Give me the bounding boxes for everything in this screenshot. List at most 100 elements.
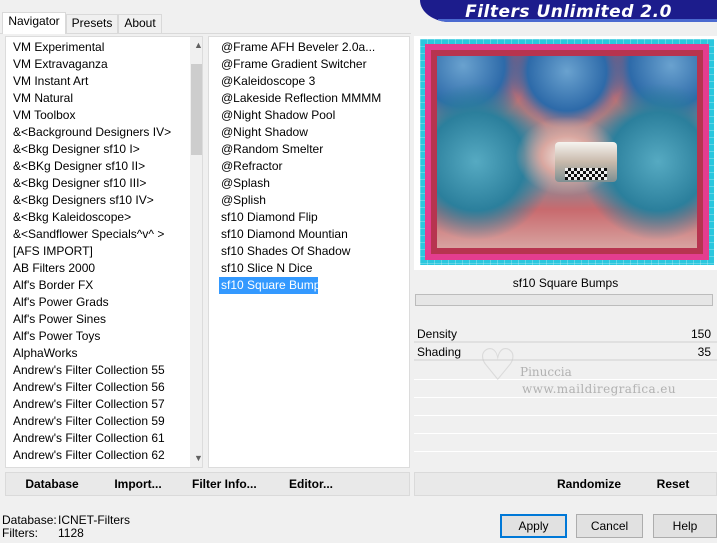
preview-image (420, 39, 714, 265)
category-item[interactable]: VM Instant Art (6, 73, 186, 90)
parameter-panel: Density 150 Shading 35 (414, 325, 717, 469)
filter-list[interactable]: @Frame AFH Beveler 2.0a... @Frame Gradien… (208, 36, 410, 468)
filter-item-label: @Splash (221, 176, 270, 190)
category-scrollbar[interactable]: ▲ ▼ (190, 37, 202, 467)
filter-item[interactable]: sf10 Slice N Dice (209, 260, 409, 277)
category-item[interactable]: &<Bkg Designers sf10 IV> (6, 192, 186, 209)
filter-item[interactable]: @Splash (209, 175, 409, 192)
status-filters-value: 1128 (58, 526, 84, 540)
category-item[interactable]: &<Bkg Designer sf10 III> (6, 175, 186, 192)
filter-item[interactable]: @Splish (209, 192, 409, 209)
param-value: 35 (697, 345, 711, 359)
app-title: Filters Unlimited 2.0 (465, 2, 672, 22)
category-item[interactable]: VM Extravaganza (6, 56, 186, 73)
category-item[interactable]: &<Background Designers IV> (6, 124, 186, 141)
tab-navigator[interactable]: Navigator (2, 12, 66, 34)
category-item[interactable]: Andrew's Filter Collection 57 (6, 396, 186, 413)
tab-presets[interactable]: Presets (66, 14, 118, 33)
category-item[interactable]: Andrew's Filter Collection 56 (6, 379, 186, 396)
apply-button[interactable]: Apply (500, 514, 567, 538)
category-item[interactable]: [AFS IMPORT] (6, 243, 186, 260)
status-filters-label: Filters: (2, 526, 38, 540)
filter-item-label: @Kaleidoscope 3 (221, 74, 316, 88)
filter-item[interactable]: @Night Shadow (209, 124, 409, 141)
category-item[interactable]: Andrew's Filter Collection 62 (6, 447, 186, 464)
status-database-label: Database: (2, 513, 57, 527)
filter-item[interactable]: sf10 Shades Of Shadow (209, 243, 409, 260)
cancel-button[interactable]: Cancel (576, 514, 643, 538)
category-item[interactable]: Alf's Power Sines (6, 311, 186, 328)
category-item[interactable]: AlphaWorks (6, 345, 186, 362)
filter-item-label: @Frame AFH Beveler 2.0a... (221, 40, 376, 54)
filter-item-label: sf10 Square Bumps (219, 277, 327, 294)
param-label: Density (417, 327, 458, 341)
category-item[interactable]: VM Natural (6, 90, 186, 107)
preview-frame (414, 36, 717, 270)
param-row-density[interactable]: Density 150 (414, 325, 717, 343)
category-item[interactable]: VM Toolbox (6, 107, 186, 124)
filter-item[interactable]: sf10 Diamond Flip (209, 209, 409, 226)
import-button[interactable]: Import... (113, 473, 163, 495)
category-item[interactable]: &<Bkg Designer sf10 I> (6, 141, 186, 158)
filter-item[interactable]: @Frame AFH Beveler 2.0a... (209, 39, 409, 56)
param-row-empty (414, 397, 717, 398)
filter-item-label: sf10 Diamond Mountian (221, 227, 348, 241)
status-filters: Filters: 1128 (2, 526, 84, 540)
selected-filter-name: sf10 Square Bumps (512, 276, 619, 290)
scroll-up-arrow-icon[interactable]: ▲ (190, 37, 202, 54)
database-button[interactable]: Database (23, 473, 81, 495)
filter-items: @Frame AFH Beveler 2.0a... @Frame Gradien… (209, 39, 409, 294)
param-value: 150 (690, 327, 711, 341)
category-item[interactable]: AB Filters 2000 (6, 260, 186, 277)
filter-item-label: @Night Shadow Pool (221, 108, 336, 122)
param-row-empty (414, 415, 717, 416)
scroll-thumb[interactable] (191, 64, 202, 155)
filter-item[interactable]: @Kaleidoscope 3 (209, 73, 409, 90)
filter-item[interactable]: @Frame Gradient Switcher (209, 56, 409, 73)
scroll-down-arrow-icon[interactable]: ▼ (190, 450, 202, 467)
preview-checkerboard (565, 168, 607, 180)
randomize-button[interactable]: Randomize (556, 473, 622, 495)
category-item[interactable]: &<BKg Designer sf10 II> (6, 158, 186, 175)
category-list[interactable]: VM Experimental VM Extravaganza VM Instant… (5, 36, 203, 468)
status-database-value: ICNET-Filters (58, 513, 130, 527)
category-item[interactable]: &<Bkg Kaleidoscope> (6, 209, 186, 226)
category-item[interactable]: Alf's Power Grads (6, 294, 186, 311)
category-item[interactable]: Alf's Border FX (6, 277, 186, 294)
editor-button[interactable]: Editor... (289, 473, 333, 495)
help-button[interactable]: Help (653, 514, 717, 538)
reset-button[interactable]: Reset (654, 473, 692, 495)
category-item[interactable]: VM Experimental (6, 39, 186, 56)
filter-item-label: @Splish (221, 193, 266, 207)
filter-item-label: sf10 Diamond Flip (221, 210, 318, 224)
category-item[interactable]: Andrew's Filter Collection 59 (6, 413, 186, 430)
title-banner: Filters Unlimited 2.0 (420, 0, 717, 22)
filter-item[interactable]: @Refractor (209, 158, 409, 175)
filter-item[interactable]: @Random Smelter (209, 141, 409, 158)
category-items: VM Experimental VM Extravaganza VM Instant… (6, 39, 186, 467)
right-button-bar: Randomize Reset (414, 472, 717, 496)
tab-about[interactable]: About (118, 14, 162, 33)
filter-item[interactable]: sf10 Diamond Mountian (209, 226, 409, 243)
category-item[interactable]: Andrew's Filter Collection 55 (6, 362, 186, 379)
param-row-shading[interactable]: Shading 35 (414, 343, 717, 361)
left-button-bar: Database Import... Filter Info... Editor… (5, 472, 410, 496)
param-row-empty (414, 379, 717, 380)
filter-item[interactable]: @Night Shadow Pool (209, 107, 409, 124)
filter-item-label: @Random Smelter (221, 142, 324, 156)
filter-item-label: @Frame Gradient Switcher (221, 57, 367, 71)
category-item[interactable]: Alf's Power Toys (6, 328, 186, 345)
param-slider-shading[interactable] (414, 359, 717, 361)
param-row-empty (414, 433, 717, 434)
filter-item-label: @Lakeside Reflection MMMM (221, 91, 382, 105)
param-row-empty (414, 451, 717, 452)
filter-item-label: sf10 Slice N Dice (221, 261, 313, 275)
category-item[interactable]: Andrew's Filter 10 (6, 464, 186, 467)
category-item[interactable]: Andrew's Filter Collection 61 (6, 430, 186, 447)
filter-item-label: sf10 Shades Of Shadow (221, 244, 351, 258)
filter-info-button[interactable]: Filter Info... (192, 473, 257, 495)
filter-item[interactable]: sf10 Square Bumps (209, 277, 409, 294)
filter-item-label: @Night Shadow (221, 125, 308, 139)
category-item[interactable]: &<Sandflower Specials^v^ > (6, 226, 186, 243)
filter-item[interactable]: @Lakeside Reflection MMMM (209, 90, 409, 107)
